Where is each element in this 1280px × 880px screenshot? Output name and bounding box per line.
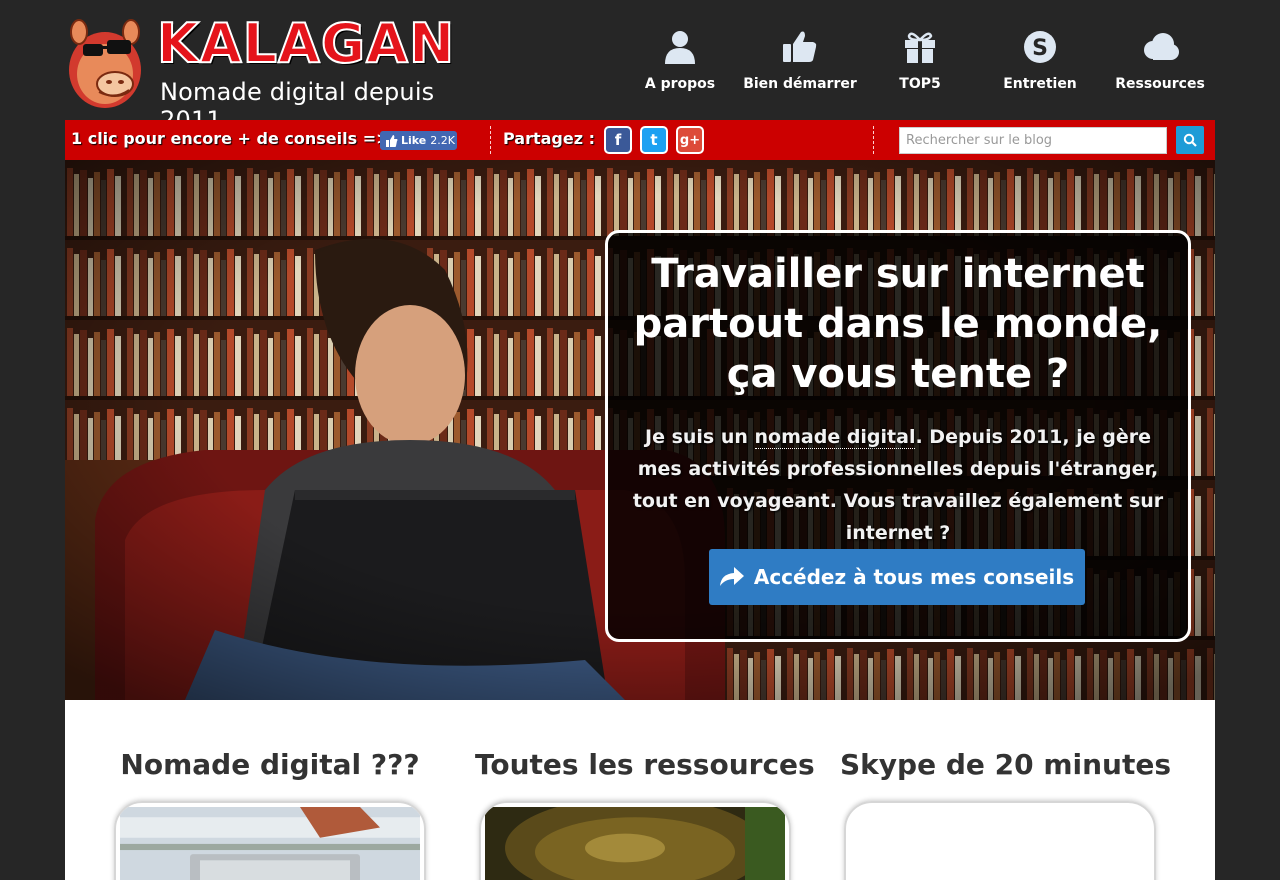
social-bar: 1 clic pour encore + de conseils => Like…: [65, 120, 1215, 160]
nav-label: Bien démarrer: [743, 76, 857, 92]
feature-title[interactable]: Nomade digital ???: [110, 748, 430, 781]
search-input[interactable]: [899, 127, 1167, 154]
cta-text: 1 clic pour encore + de conseils =>: [71, 129, 390, 148]
facebook-icon: f: [614, 131, 622, 149]
gift-icon: [905, 32, 935, 63]
nav-item-bien-demarrer[interactable]: Bien démarrer: [740, 26, 860, 96]
nomade-digital-link[interactable]: nomade digital: [754, 426, 916, 449]
access-advice-button[interactable]: Accédez à tous mes conseils: [709, 549, 1085, 605]
nav-item-top5[interactable]: TOP5: [860, 26, 980, 96]
like-count: 2.2K: [430, 134, 455, 147]
user-icon: [665, 31, 695, 64]
google-plus-icon: g+: [679, 132, 701, 148]
hero-title: Travailler sur internet partout dans le …: [633, 251, 1163, 397]
camel-mascot-icon: [69, 19, 141, 108]
feature-column: Toutes les ressources: [475, 700, 815, 880]
thumbs-up-icon: [386, 134, 398, 147]
feature-title[interactable]: Skype de 20 minutes: [840, 748, 1171, 781]
hero-text-intro: Je suis un: [645, 426, 755, 448]
share-twitter-button[interactable]: t: [640, 126, 668, 154]
hero-banner: Travailler sur internet partout dans le …: [65, 160, 1215, 700]
cloud-icon: [1144, 33, 1179, 60]
nav-label: Entretien: [1003, 76, 1077, 92]
feature-image: [120, 807, 420, 880]
nav-item-ressources[interactable]: Ressources: [1100, 26, 1220, 96]
nav-item-entretien[interactable]: S Entretien: [980, 26, 1100, 96]
feature-card[interactable]: [479, 801, 791, 880]
features-section: Nomade digital ??? Toutes les ressources: [65, 700, 1215, 880]
nav-label: A propos: [644, 76, 716, 92]
divider: [490, 126, 491, 154]
like-label: Like: [401, 134, 427, 147]
feature-column: Skype de 20 minutes: [840, 700, 1171, 880]
hero-callout: Travailler sur internet partout dans le …: [605, 230, 1191, 642]
share-facebook-button[interactable]: f: [604, 126, 632, 154]
share-arrow-icon: [719, 567, 744, 586]
share-label: Partagez :: [503, 129, 596, 148]
site-logo[interactable]: KALAGAN Nomade digital depuis 2011: [65, 10, 490, 134]
site-title: KALAGAN: [156, 12, 456, 75]
nav-label: Ressources: [1115, 76, 1205, 92]
feature-image: [485, 803, 785, 880]
hero-text: Je suis un nomade digital. Depuis 2011, …: [628, 421, 1168, 549]
search-icon: [1183, 133, 1197, 147]
nav-label: TOP5: [899, 76, 941, 92]
thumbs-up-icon: [783, 31, 817, 62]
search-button[interactable]: [1176, 126, 1204, 154]
twitter-icon: t: [650, 131, 658, 149]
share-google-plus-button[interactable]: g+: [676, 126, 704, 154]
access-advice-label: Accédez à tous mes conseils: [753, 565, 1075, 589]
nav-item-a-propos[interactable]: A propos: [620, 26, 740, 96]
feature-image: [850, 807, 1150, 880]
divider: [873, 126, 874, 154]
feature-title[interactable]: Toutes les ressources: [475, 748, 815, 781]
feature-column: Nomade digital ???: [110, 700, 430, 880]
feature-card[interactable]: [844, 801, 1156, 880]
facebook-like-button[interactable]: Like 2.2K: [380, 131, 457, 150]
feature-card[interactable]: [114, 801, 426, 880]
skype-icon: S: [1024, 31, 1056, 63]
svg-text:S: S: [1032, 36, 1048, 61]
main-nav: A propos Bien démarrer TOP5 S Entretien: [620, 26, 1220, 96]
